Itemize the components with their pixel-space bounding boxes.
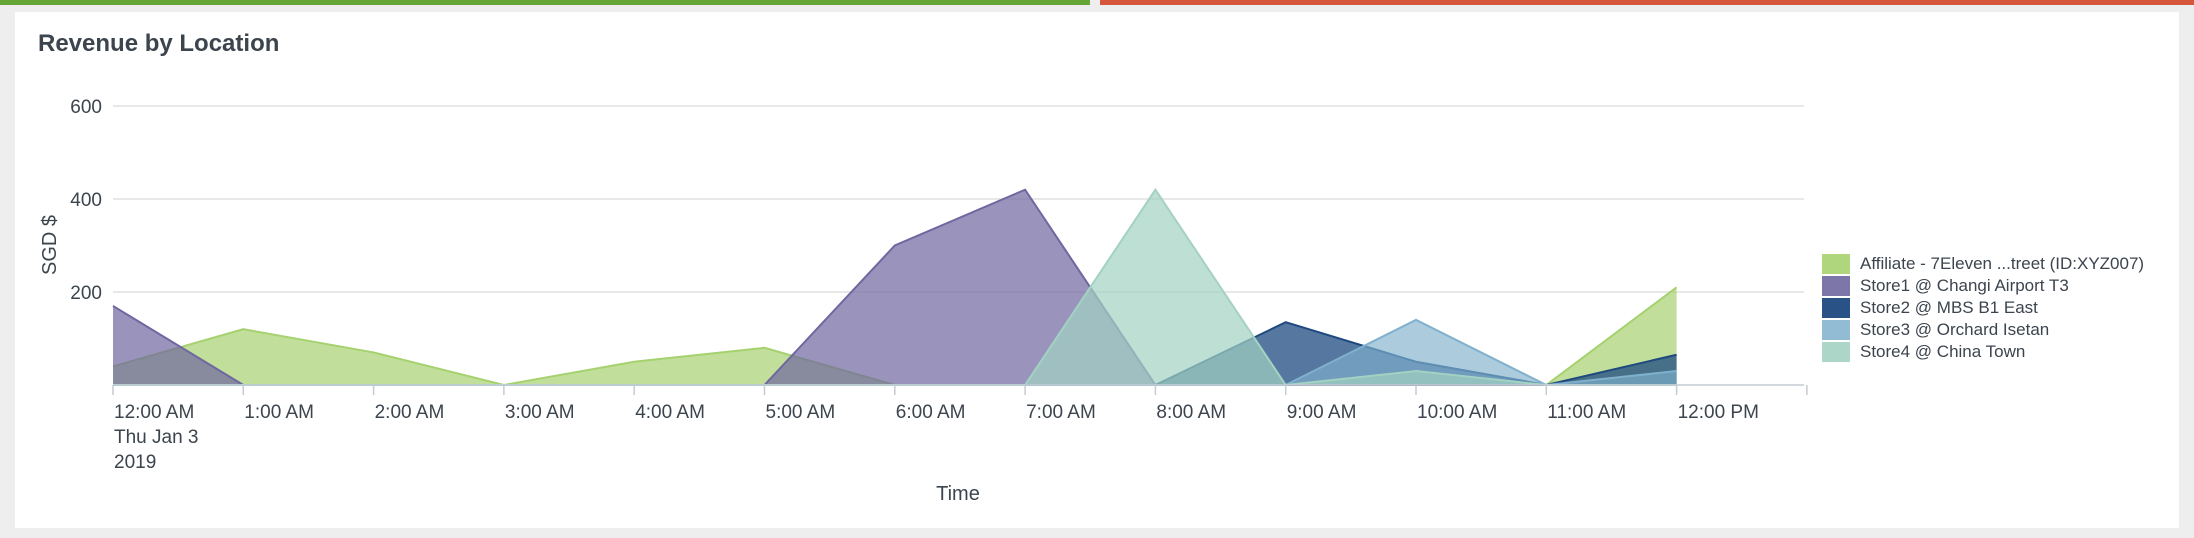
legend-label: Store1 @ Changi Airport T3 (1860, 276, 2069, 295)
legend-swatch (1822, 254, 1850, 274)
revenue-area-chart: 200 400 600 12:00 AM 1:00 AM 2:00 AM 3:00 AM 4:… (39, 97, 2144, 505)
x-tick-label: 7:00 AM (1026, 402, 1096, 423)
y-tick-label: 200 (70, 283, 102, 304)
legend-swatch (1822, 276, 1850, 296)
x-tick-label: 4:00 AM (635, 402, 705, 423)
x-tick-label: 11:00 AM (1547, 402, 1626, 423)
x-tick-label-date: Thu Jan 3 (114, 427, 199, 448)
x-tick-label-date: 2019 (114, 452, 156, 473)
legend-label: Store4 @ China Town (1860, 342, 2025, 361)
y-tick-label: 600 (70, 97, 102, 118)
y-tick-label: 400 (70, 190, 102, 211)
y-axis-title: SGD $ (39, 215, 61, 275)
x-tick-label: 12:00 PM (1678, 402, 1759, 423)
x-tick-label: 5:00 AM (766, 402, 836, 423)
legend-label: Affiliate - 7Eleven ...treet (ID:XYZ007) (1860, 254, 2144, 273)
legend-swatch (1822, 298, 1850, 318)
x-tick-label: 3:00 AM (505, 402, 575, 423)
legend-label: Store3 @ Orchard Isetan (1860, 320, 2049, 339)
legend-swatch (1822, 320, 1850, 340)
legend-label: Store2 @ MBS B1 East (1860, 298, 2038, 317)
x-tick-label: 2:00 AM (375, 402, 445, 423)
x-tick-label: 8:00 AM (1156, 402, 1226, 423)
x-tick-label: 9:00 AM (1287, 402, 1357, 423)
x-tick-label: 12:00 AM (114, 402, 194, 423)
x-tick-label: 6:00 AM (896, 402, 966, 423)
x-axis-title: Time (936, 483, 980, 505)
x-tick-label: 1:00 AM (244, 402, 314, 423)
legend-swatch (1822, 342, 1850, 362)
x-tick-label: 10:00 AM (1417, 402, 1497, 423)
